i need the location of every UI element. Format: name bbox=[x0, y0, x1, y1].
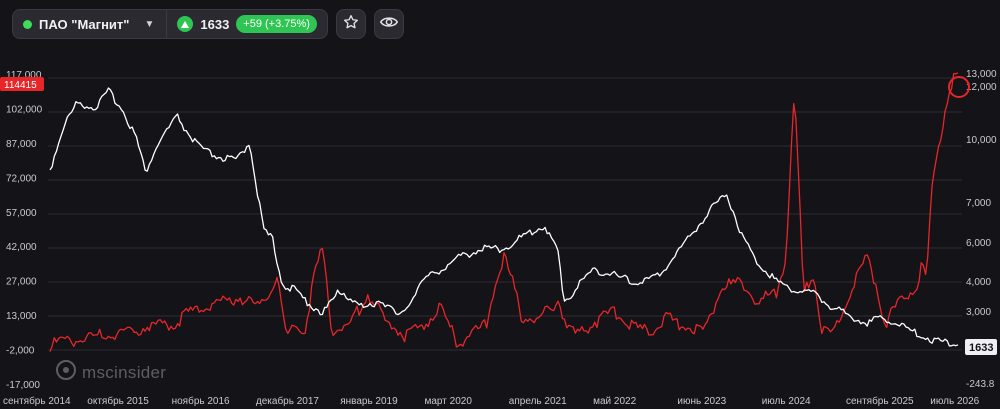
left-current-value-label: 114415 bbox=[4, 80, 37, 91]
left-axis-tick: 13,000 bbox=[6, 311, 37, 322]
x-axis-tick: сентябрь 2025 bbox=[846, 395, 914, 407]
left-series-line bbox=[49, 87, 959, 347]
right-axis-tick: 7,000 bbox=[966, 198, 991, 209]
right-axis-tick: 12,000 bbox=[966, 82, 997, 93]
x-axis-tick: апрель 2021 bbox=[509, 396, 567, 407]
x-axis-tick: сентябрь 2014 bbox=[3, 395, 71, 407]
right-axis-tick: 4,000 bbox=[966, 277, 991, 288]
right-axis-tick: -243.8 bbox=[966, 379, 995, 390]
right-axis-tick: 13,000 bbox=[966, 69, 997, 80]
x-axis-tick: июнь 2023 bbox=[677, 396, 726, 407]
left-axis-tick: 102,000 bbox=[6, 104, 43, 115]
left-axis-tick: 72,000 bbox=[6, 173, 37, 184]
watermark-text: mscinsider bbox=[82, 362, 167, 382]
x-axis-tick: июль 2024 bbox=[762, 396, 811, 407]
right-current-value-label: 1633 bbox=[969, 342, 993, 354]
left-axis-tick: -2,000 bbox=[6, 346, 35, 357]
right-axis-tick: 6,000 bbox=[966, 238, 991, 249]
x-axis-tick: май 2022 bbox=[593, 396, 636, 407]
left-axis-tick: 27,000 bbox=[6, 277, 37, 288]
right-series-line bbox=[49, 72, 959, 352]
left-axis-tick: 57,000 bbox=[6, 208, 37, 219]
price-chart: 117,000102,00087,00072,00057,00042,00027… bbox=[0, 69, 997, 407]
x-axis-tick: декабрь 2017 bbox=[256, 395, 320, 407]
x-axis-tick: июль 2026 bbox=[930, 396, 979, 407]
x-axis-tick: октябрь 2015 bbox=[87, 395, 149, 407]
left-axis-tick: -17,000 bbox=[6, 380, 40, 391]
watermark-logo-icon bbox=[56, 360, 76, 385]
x-axis-tick: январь 2019 bbox=[340, 396, 398, 407]
watermark: mscinsider bbox=[56, 360, 166, 385]
right-axis-tick: 3,000 bbox=[966, 307, 991, 318]
x-axis-tick: ноябрь 2016 bbox=[172, 395, 230, 407]
right-axis-tick: 10,000 bbox=[966, 135, 997, 146]
left-axis-tick: 42,000 bbox=[6, 242, 37, 253]
left-axis-tick: 87,000 bbox=[6, 139, 37, 150]
x-axis-tick: март 2020 bbox=[425, 396, 473, 407]
